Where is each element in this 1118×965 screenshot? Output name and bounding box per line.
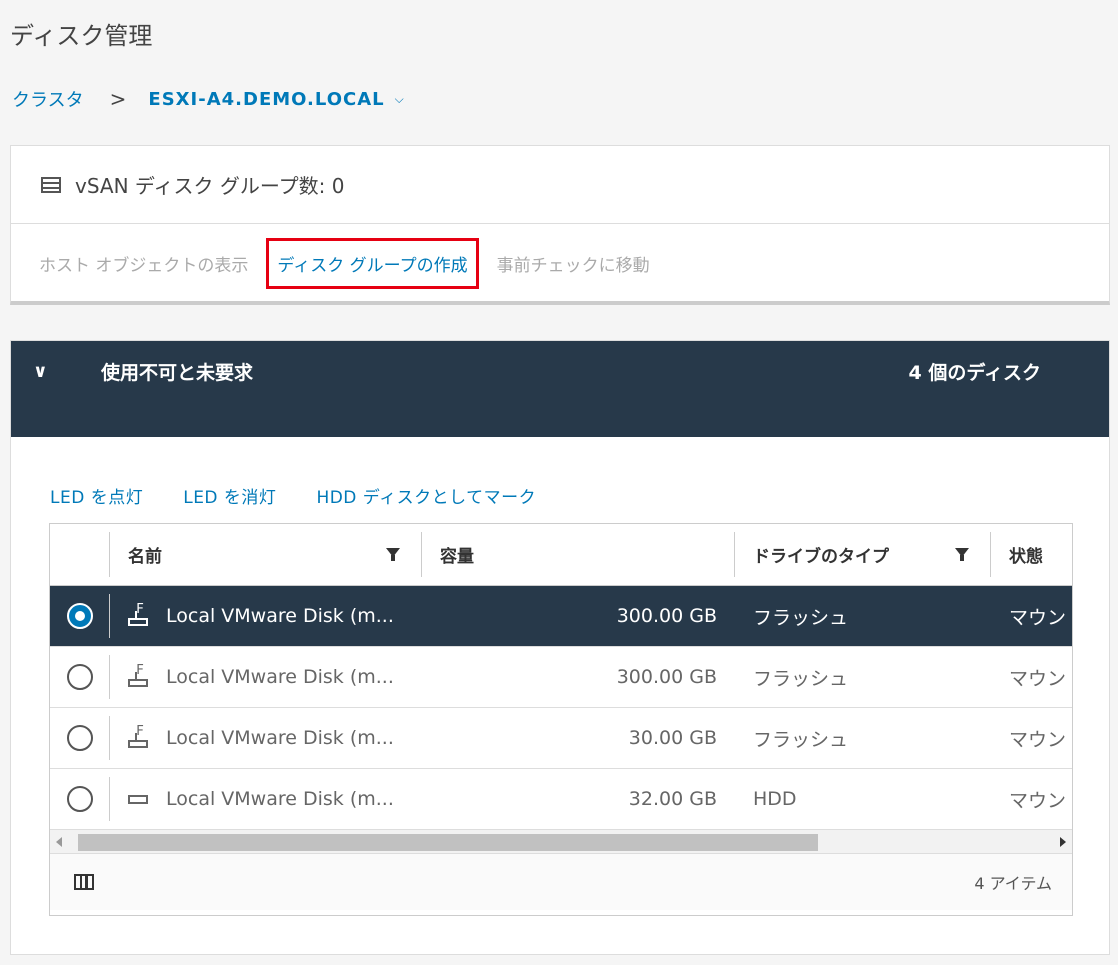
drive-type-cell: HDD	[753, 788, 797, 810]
column-header-capacity-label: 容量	[440, 547, 474, 567]
table-header: 名前 容量 ドライブのタイプ 状態	[50, 524, 1072, 586]
flash-disk-icon: F	[128, 724, 148, 750]
disk-name-cell: F Local VMware Disk (m...	[110, 708, 422, 768]
column-header-drive-type-label: ドライブのタイプ	[753, 547, 889, 567]
hdd-disk-icon	[128, 787, 148, 811]
disk-name-cell: Local VMware Disk (m...	[110, 769, 422, 829]
scrollbar-thumb[interactable]	[78, 834, 818, 851]
scroll-left-icon[interactable]	[56, 837, 62, 847]
state-cell: マウン	[1009, 667, 1067, 690]
unclaimed-disks-card: ∨ 使用不可と未要求 4 個のディスク LED を点灯 LED を消灯 HDD …	[10, 340, 1110, 955]
list-icon	[41, 176, 61, 193]
disk-name-cell: F Local VMware Disk (m...	[110, 586, 422, 646]
select-column-header	[50, 524, 110, 585]
row-radio-button[interactable]	[66, 603, 93, 629]
unclaimed-section-header: ∨ 使用不可と未要求 4 個のディスク	[11, 341, 1109, 437]
disk-group-summary-card: vSAN ディスク グループ数: 0 ホスト オブジェクトの表示 ディスク グル…	[10, 145, 1110, 305]
disk-name: Local VMware Disk (m...	[166, 788, 394, 810]
go-to-precheck-button[interactable]: 事前チェックに移動	[497, 251, 650, 276]
drive-type-cell: フラッシュ	[753, 667, 849, 690]
row-select-cell	[50, 594, 110, 638]
disk-name-cell: F Local VMware Disk (m...	[110, 647, 422, 707]
table-row[interactable]: F Local VMware Disk (m... 300.00 GB フラッシ…	[50, 586, 1072, 647]
state-cell: マウン	[1009, 606, 1067, 629]
section-title: 使用不可と未要求	[101, 362, 254, 384]
row-radio-button[interactable]	[66, 786, 93, 812]
column-header-name-label: 名前	[128, 547, 162, 567]
summary-actions: ホスト オブジェクトの表示 ディスク グループの作成 事前チェックに移動	[11, 224, 1109, 302]
breadcrumb-separator: >	[109, 87, 127, 111]
disk-name: Local VMware Disk (m...	[166, 727, 394, 749]
drive-type-cell: フラッシュ	[753, 728, 849, 751]
capacity-cell: 32.00 GB	[628, 788, 717, 810]
disk-toolbar: LED を点灯 LED を消灯 HDD ディスクとしてマーク	[50, 483, 576, 508]
flash-disk-icon: F	[128, 663, 148, 689]
disk-count: 4 個のディスク	[908, 362, 1041, 384]
breadcrumb: クラスタ > ESXI-A4.DEMO.LOCAL ⌵	[12, 86, 404, 112]
row-select-cell	[50, 777, 110, 821]
disk-group-count: vSAN ディスク グループ数: 0	[75, 174, 345, 198]
table-row[interactable]: Local VMware Disk (m... 32.00 GB HDD マウン	[50, 769, 1072, 830]
column-header-state[interactable]: 状態	[991, 524, 1072, 585]
column-header-drive-type[interactable]: ドライブのタイプ	[735, 524, 991, 585]
state-cell: マウン	[1009, 728, 1067, 751]
row-select-cell	[50, 716, 110, 760]
capacity-cell: 300.00 GB	[616, 605, 717, 627]
capacity-cell: 30.00 GB	[628, 727, 717, 749]
table-row[interactable]: F Local VMware Disk (m... 300.00 GB フラッシ…	[50, 647, 1072, 708]
page-title: ディスク管理	[10, 22, 153, 50]
mark-as-hdd-button[interactable]: HDD ディスクとしてマーク	[316, 483, 536, 508]
view-host-objects-button[interactable]: ホスト オブジェクトの表示	[39, 251, 248, 276]
row-radio-button[interactable]	[66, 664, 93, 690]
breadcrumb-cluster-link[interactable]: クラスタ	[12, 86, 84, 112]
column-header-capacity[interactable]: 容量	[422, 524, 735, 585]
chevron-down-icon[interactable]: ⌵	[395, 92, 404, 107]
state-cell: マウン	[1009, 789, 1067, 812]
filter-icon[interactable]	[386, 548, 400, 561]
disk-name: Local VMware Disk (m...	[166, 666, 394, 688]
disk-table: 名前 容量 ドライブのタイプ 状態 F Local VMware Disk (m…	[49, 523, 1073, 916]
row-select-cell	[50, 655, 110, 699]
led-on-button[interactable]: LED を点灯	[50, 483, 143, 508]
collapse-chevron-icon[interactable]: ∨	[33, 361, 48, 382]
filter-icon[interactable]	[955, 548, 969, 561]
disk-name: Local VMware Disk (m...	[166, 605, 394, 627]
flash-disk-icon: F	[128, 602, 148, 628]
table-footer: 4 アイテム	[50, 854, 1072, 910]
horizontal-scrollbar[interactable]	[50, 830, 1072, 854]
scroll-right-icon[interactable]	[1060, 837, 1066, 847]
led-off-button[interactable]: LED を消灯	[183, 483, 276, 508]
column-header-state-label: 状態	[1009, 547, 1043, 567]
column-toggle-icon[interactable]	[74, 874, 94, 890]
drive-type-cell: フラッシュ	[753, 606, 849, 629]
create-disk-group-button[interactable]: ディスク グループの作成	[266, 237, 479, 289]
column-header-name[interactable]: 名前	[110, 524, 422, 585]
row-radio-button[interactable]	[66, 725, 93, 751]
item-count: 4 アイテム	[974, 874, 1052, 893]
capacity-cell: 300.00 GB	[616, 666, 717, 688]
table-row[interactable]: F Local VMware Disk (m... 30.00 GB フラッシュ…	[50, 708, 1072, 769]
summary-header: vSAN ディスク グループ数: 0	[11, 146, 1109, 224]
breadcrumb-host-dropdown[interactable]: ESXI-A4.DEMO.LOCAL	[148, 89, 384, 110]
